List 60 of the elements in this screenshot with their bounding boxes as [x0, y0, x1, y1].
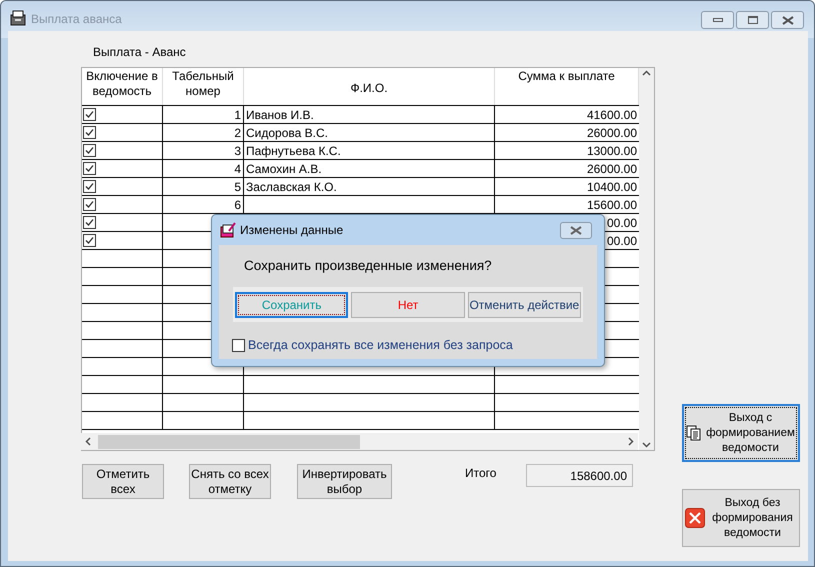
table-cell-text: 3: [234, 142, 241, 160]
table-cell-text: 6: [234, 196, 241, 214]
checkbox-label: Всегда сохранять все изменения без запроса: [248, 337, 513, 354]
total-field: 158600.00: [526, 464, 633, 487]
table-cell-text: Самохин А.В.: [246, 160, 322, 178]
scroll-down-icon[interactable]: [642, 442, 651, 448]
action-button[interactable]: Снять со всех отметку: [189, 464, 271, 499]
action-button[interactable]: Инвертировать выбор: [297, 464, 392, 499]
table-cell-text: 5: [234, 178, 241, 196]
column-header: Ф.И.О.: [350, 81, 388, 97]
dialog-button[interactable]: Отменить действие: [468, 292, 581, 318]
table-cell-text: Иванов И.В.: [246, 106, 314, 124]
exit-button[interactable]: Выход с формированием ведомости: [682, 404, 800, 462]
checkbox[interactable]: [232, 339, 245, 352]
checkbox[interactable]: [83, 144, 96, 157]
checkbox[interactable]: [83, 108, 96, 121]
close-button[interactable]: [771, 11, 804, 29]
exit-button[interactable]: Выход без формирования ведомости: [682, 489, 800, 547]
checkbox[interactable]: [83, 198, 96, 211]
column-header: Табельный номер: [171, 69, 235, 100]
table-cell-text: 00.00: [606, 232, 637, 250]
notepad-icon: [220, 222, 236, 238]
table-cell-text: 4: [234, 160, 241, 178]
close-button[interactable]: [560, 222, 592, 238]
minimize-button[interactable]: [701, 11, 734, 29]
scroll-up-icon[interactable]: [642, 70, 651, 76]
column-header: Включение в ведомость: [85, 69, 159, 100]
close-icon: [782, 16, 794, 24]
dialog-title: Изменены данные: [240, 222, 344, 239]
action-button[interactable]: Отметить всех: [82, 464, 164, 499]
checkbox[interactable]: [83, 180, 96, 193]
table-cell-text: Заславская К.О.: [246, 178, 337, 196]
column-header: Сумма к выплате: [518, 69, 615, 85]
total-label: Итого: [465, 465, 496, 482]
maximize-button[interactable]: [736, 11, 769, 29]
scroll-thumb[interactable]: [98, 434, 360, 448]
table-cell-text: 10400.00: [586, 178, 637, 196]
table-cell-text: Сидорова В.С.: [246, 124, 328, 142]
checkbox[interactable]: [83, 216, 96, 229]
table-cell-text: 26000.00: [586, 160, 637, 178]
table-cell-text: 00.00: [606, 214, 637, 232]
checkbox[interactable]: [83, 234, 96, 247]
table-cell-text: 15600.00: [586, 196, 637, 214]
cabinet-icon: [9, 10, 27, 26]
table-cell-text: 2: [234, 124, 241, 142]
documents-icon: [686, 425, 702, 441]
table-cell-text: 13000.00: [586, 142, 637, 160]
form-caption: Выплата - Аванс: [93, 44, 187, 59]
close-icon: [685, 508, 705, 528]
window-title: Выплата аванса: [31, 11, 122, 28]
table-cell-text: 1: [234, 106, 241, 124]
horizontal-scrollbar[interactable]: [81, 433, 638, 450]
vertical-scrollbar[interactable]: [639, 68, 654, 450]
dialog-message: Сохранить произведенные изменения?: [244, 257, 493, 275]
table-cell-text: Пафнутьева К.С.: [246, 142, 341, 160]
table-cell-text: 26000.00: [586, 124, 637, 142]
checkbox[interactable]: [83, 126, 96, 139]
close-icon: [570, 226, 582, 234]
checkbox[interactable]: [83, 162, 96, 175]
table-cell-text: 41600.00: [586, 106, 637, 124]
